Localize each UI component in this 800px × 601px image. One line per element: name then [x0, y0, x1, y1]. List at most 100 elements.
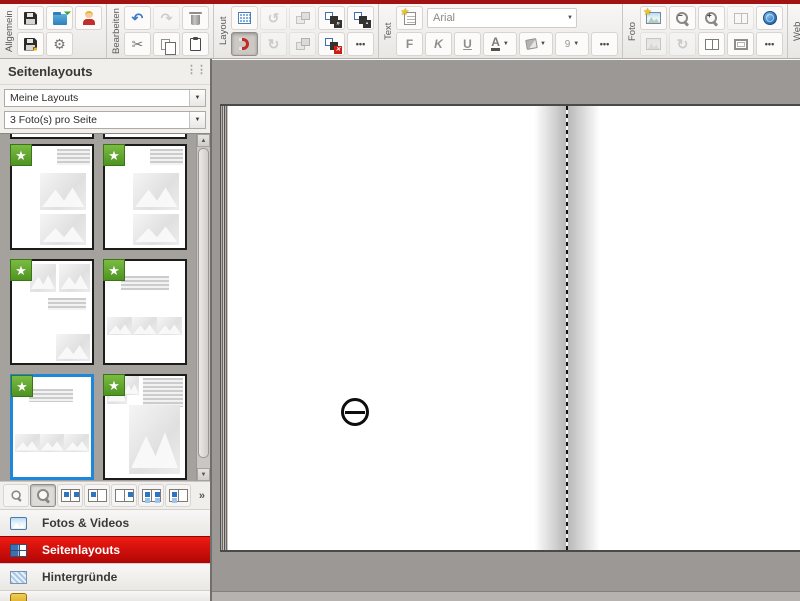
photo-placeholder: [40, 434, 65, 452]
text-placeholder: [121, 276, 169, 289]
layout-thumb-2[interactable]: ★: [103, 144, 187, 250]
photo-placeholder: [56, 334, 90, 361]
undo-button[interactable]: ↶: [124, 6, 151, 30]
add-text-button[interactable]: ★: [396, 6, 423, 30]
layout-thumb-5[interactable]: ★: [10, 374, 94, 480]
layout-save-icon: ▪: [354, 12, 367, 24]
bold-button[interactable]: F: [396, 32, 423, 56]
scissors-icon: ✂: [132, 37, 144, 51]
group-label-layout: Layout: [217, 6, 230, 56]
underline-button[interactable]: U: [454, 32, 481, 56]
cut-button[interactable]: ✂: [124, 32, 151, 56]
redo-icon: ↷: [161, 11, 173, 25]
photo-placeholder: [40, 173, 86, 211]
foto-more-button[interactable]: •••: [756, 32, 783, 56]
grid-toggle-button[interactable]: [231, 6, 258, 30]
save-as-button[interactable]: [17, 32, 44, 56]
settings-button[interactable]: ⚙: [46, 32, 73, 56]
layout-category-dropdown[interactable]: Meine Layouts ▼: [4, 89, 206, 107]
font-family-value: Arial: [433, 12, 455, 24]
nav-item-fotos-videos[interactable]: Fotos & Videos: [0, 509, 210, 536]
photo-smaller-button[interactable]: −: [669, 6, 696, 30]
save-button[interactable]: [17, 6, 44, 30]
account-button[interactable]: [75, 6, 102, 30]
layout-thumb-4[interactable]: ★: [103, 259, 187, 365]
bring-forward-button[interactable]: [289, 6, 316, 30]
editor-canvas[interactable]: [212, 59, 800, 601]
spine-shadow-right: [568, 106, 600, 550]
grid-icon: [238, 12, 251, 24]
spine-shadow-left: [534, 106, 566, 550]
photo-frame-button[interactable]: [727, 32, 754, 56]
open-folder-icon: [53, 14, 67, 25]
panel-grip-icon[interactable]: ⋮⋮: [186, 63, 206, 76]
scrollbar-thumb[interactable]: [198, 148, 209, 458]
filter-left-text-button[interactable]: [165, 484, 191, 507]
nav-item-hintergruende[interactable]: Hintergründe: [0, 563, 210, 590]
layout-thumb-1[interactable]: ★: [10, 144, 94, 250]
dropdown-arrow-icon: ▼: [189, 112, 205, 128]
paste-icon: [190, 38, 201, 51]
rotate-right-button[interactable]: ↻: [260, 32, 287, 56]
hintergruende-icon: [10, 571, 27, 584]
delete-button[interactable]: [182, 6, 209, 30]
nav-item-seitenlayouts[interactable]: Seitenlayouts: [0, 536, 210, 563]
filter-right-page-button[interactable]: [111, 484, 137, 507]
snap-magnet-button[interactable]: [231, 32, 258, 56]
thumbnails-larger-button[interactable]: [30, 484, 56, 507]
nav-item-partial[interactable]: [0, 590, 210, 601]
redo-button[interactable]: ↷: [153, 6, 180, 30]
filter-left-page-button[interactable]: [84, 484, 110, 507]
text-placeholder: [48, 298, 86, 310]
photo-larger-button[interactable]: +: [698, 6, 725, 30]
filter-both-text-button[interactable]: [138, 484, 164, 507]
add-photo-button[interactable]: ★: [640, 6, 667, 30]
magnifier-small-icon: [10, 490, 22, 502]
layout-thumb-clipped[interactable]: [10, 134, 94, 139]
apply-layout-all-button[interactable]: »: [318, 6, 345, 30]
dropdown-arrow-icon: ▼: [540, 41, 546, 47]
send-backward-button[interactable]: [289, 32, 316, 56]
photo-compare-button[interactable]: [698, 32, 725, 56]
scroll-down-button[interactable]: ▼: [197, 468, 210, 481]
paste-button[interactable]: [182, 32, 209, 56]
photo-web-button[interactable]: [756, 6, 783, 30]
photo-effect-button[interactable]: [640, 32, 667, 56]
thumbnails-scrollbar[interactable]: ▲ ▼: [196, 134, 210, 481]
thumbnails-smaller-button[interactable]: [3, 484, 29, 507]
find-photo-icon: [734, 13, 748, 24]
favorite-star-icon: ★: [10, 259, 32, 281]
favorite-star-icon: ★: [103, 144, 125, 166]
book-spread[interactable]: [220, 104, 800, 552]
find-photo-button[interactable]: [727, 6, 754, 30]
layouts-panel: Seitenlayouts ⋮⋮ Meine Layouts ▼ 3 Foto(…: [0, 59, 212, 601]
magnifier-minus-icon: −: [675, 11, 690, 26]
text-background-button[interactable]: ▼: [519, 32, 553, 56]
filter-both-pages-button[interactable]: [57, 484, 83, 507]
footer-more-button[interactable]: »: [199, 490, 205, 502]
underline-label: U: [463, 37, 472, 51]
layout-thumb-3[interactable]: ★: [10, 259, 94, 365]
layout-thumb-clipped[interactable]: [103, 134, 187, 139]
open-button[interactable]: [46, 6, 73, 30]
font-color-button[interactable]: A▼: [483, 32, 517, 56]
dropdown-arrow-icon: ▼: [189, 90, 205, 106]
layout-more-button[interactable]: •••: [347, 32, 374, 56]
remove-layout-button[interactable]: ✕: [318, 32, 345, 56]
copy-button[interactable]: [153, 32, 180, 56]
layout-filter-dropdown[interactable]: 3 Foto(s) pro Seite ▼: [4, 111, 206, 129]
main-toolbar: Allgemein ⚙ Bearbeiten ↶ ↷ ✂: [0, 4, 800, 59]
rotate-left-button[interactable]: ↺: [260, 6, 287, 30]
photo-placeholder: [15, 434, 40, 452]
trash-icon: [191, 15, 200, 25]
save-layout-button[interactable]: ▪: [347, 6, 374, 30]
photo-placeholder: [157, 317, 182, 335]
photo-rotate-button[interactable]: ↻: [669, 32, 696, 56]
font-family-select[interactable]: Arial ▼: [427, 8, 577, 28]
text-more-button[interactable]: •••: [591, 32, 618, 56]
italic-button[interactable]: K: [425, 32, 452, 56]
layout-thumb-6[interactable]: ★: [103, 374, 187, 480]
font-size-select[interactable]: 9▼: [555, 32, 589, 56]
scroll-up-button[interactable]: ▲: [197, 134, 210, 147]
more-icon: •••: [356, 40, 365, 49]
